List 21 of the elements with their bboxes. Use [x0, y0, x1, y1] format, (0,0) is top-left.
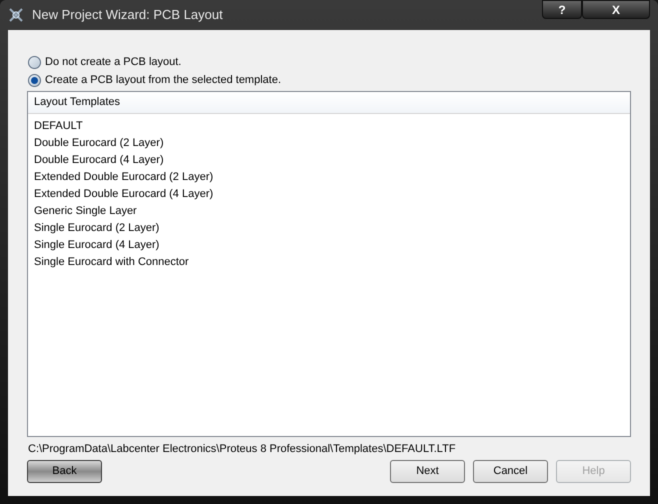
template-item[interactable]: Double Eurocard (4 Layer) [28, 152, 630, 169]
radio-label: Do not create a PCB layout. [45, 54, 182, 70]
template-item[interactable]: DEFAULT [28, 118, 630, 135]
template-item[interactable]: Single Eurocard with Connector [28, 254, 630, 271]
template-path: C:\ProgramData\Labcenter Electronics\Proteus 8 Professional\Templates\DEFAULT.LTF [28, 442, 457, 457]
cancel-button[interactable]: Cancel [473, 460, 548, 483]
radio-label: Create a PCB layout from the selected template. [45, 72, 282, 88]
window-title: New Project Wizard: PCB Layout [32, 6, 223, 24]
help-button[interactable]: ? [542, 0, 582, 19]
next-button[interactable]: Next [390, 460, 465, 483]
template-item[interactable]: Extended Double Eurocard (2 Layer) [28, 169, 630, 186]
template-item[interactable]: Extended Double Eurocard (4 Layer) [28, 186, 630, 203]
close-button[interactable]: X [582, 0, 650, 19]
back-button[interactable]: Back [27, 460, 102, 483]
template-item[interactable]: Single Eurocard (4 Layer) [28, 237, 630, 254]
template-item[interactable]: Generic Single Layer [28, 203, 630, 220]
template-item[interactable]: Single Eurocard (2 Layer) [28, 220, 630, 237]
radio-button[interactable] [28, 56, 41, 68]
template-item[interactable]: Double Eurocard (2 Layer) [28, 135, 630, 152]
radio-button[interactable] [28, 74, 41, 86]
app-icon [8, 7, 24, 23]
